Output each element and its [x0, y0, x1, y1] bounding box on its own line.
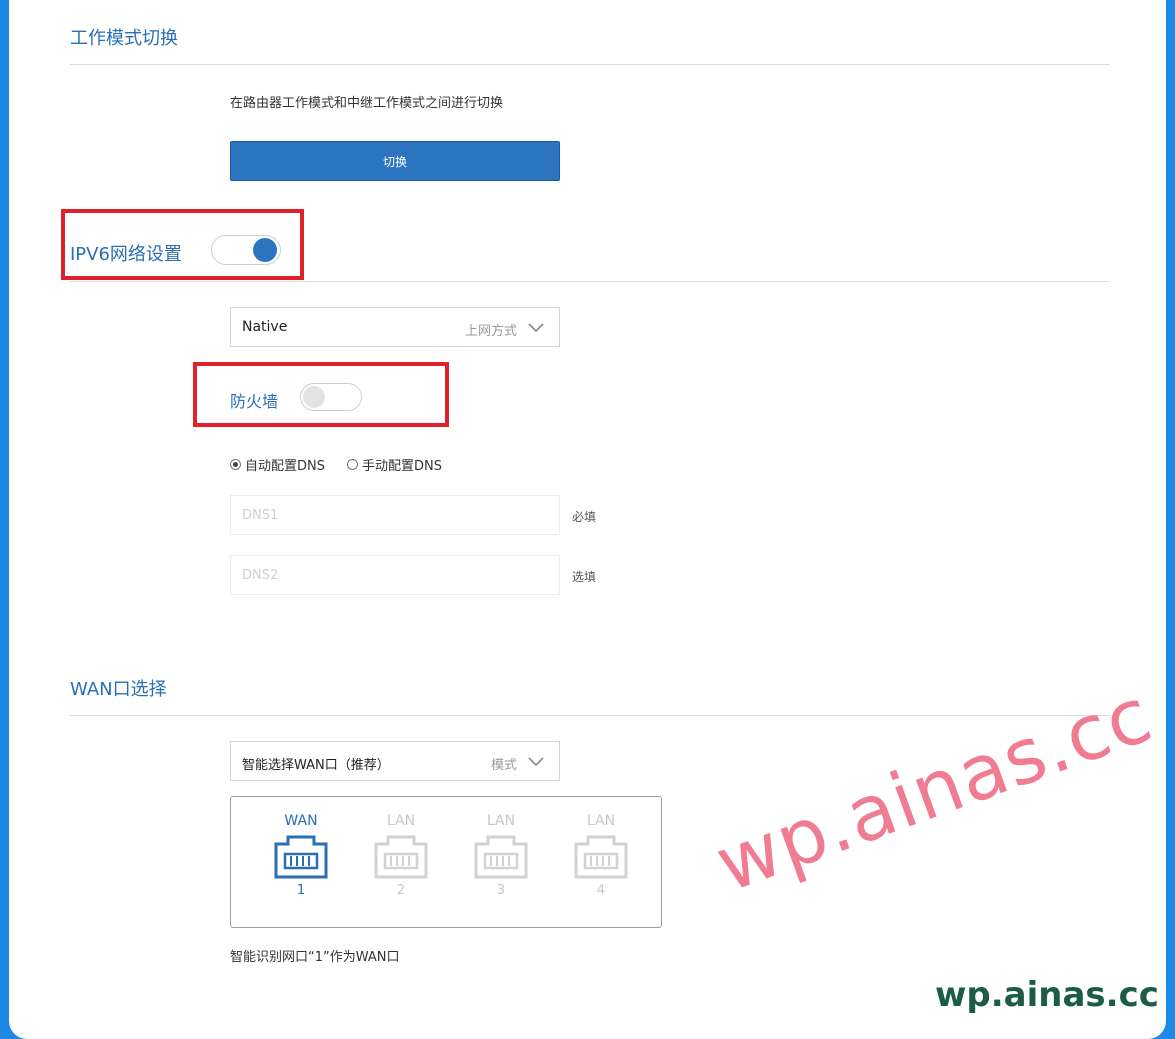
wan-mode-value: 智能选择WAN口（推荐）: [242, 758, 390, 773]
wan-mode-select[interactable]: 智能选择WAN口（推荐） 模式: [230, 741, 560, 781]
watermark-small: wp.ainas.cc: [935, 975, 1159, 1015]
ipv6-title: IPV6网络设置: [70, 244, 182, 265]
wan-title: WAN口选择: [70, 679, 167, 700]
firewall-label: 防火墙: [230, 392, 279, 411]
port-number: 3: [496, 883, 506, 898]
port-4[interactable]: LAN 4: [571, 813, 631, 898]
radio-checked-icon: [230, 459, 241, 470]
toggle-knob: [253, 238, 277, 262]
port-label: WAN: [284, 813, 318, 829]
connection-type-value: Native: [242, 319, 288, 335]
dns1-required-note: 必填: [572, 510, 597, 524]
divider: [70, 715, 1110, 716]
port-label: LAN: [586, 813, 616, 829]
chevron-down-icon: [528, 757, 544, 767]
wan-status-text: 智能识别网口“1”作为WAN口: [230, 950, 400, 965]
dns-manual-radio[interactable]: 手动配置DNS: [347, 455, 442, 474]
dns1-input[interactable]: [230, 495, 560, 535]
work-mode-title: 工作模式切换: [70, 28, 178, 49]
port-label: LAN: [386, 813, 416, 829]
radio-unchecked-icon: [347, 459, 358, 470]
port-selector: WAN 1 LAN 2 LAN 3 LAN 4: [230, 796, 662, 928]
port-number: 4: [596, 883, 606, 898]
port-number: 1: [296, 883, 306, 898]
divider: [70, 64, 1110, 65]
dns2-input[interactable]: [230, 555, 560, 595]
ethernet-port-icon: [374, 835, 428, 879]
wan-mode-label: 模式: [490, 758, 517, 773]
dns2-optional-note: 选填: [572, 570, 597, 584]
ipv6-toggle[interactable]: [211, 235, 281, 265]
ethernet-port-icon: [274, 835, 328, 879]
port-number: 2: [396, 883, 406, 898]
dns-mode-radio-group: 自动配置DNS 手动配置DNS: [230, 455, 442, 474]
ethernet-port-icon: [574, 835, 628, 879]
port-3[interactable]: LAN 3: [471, 813, 531, 898]
dns-auto-label: 自动配置DNS: [245, 459, 325, 474]
dns-manual-label: 手动配置DNS: [362, 459, 442, 474]
firewall-toggle[interactable]: [300, 383, 362, 411]
chevron-down-icon: [528, 323, 544, 333]
toggle-knob: [303, 386, 325, 408]
settings-panel: 工作模式切换 在路由器工作模式和中继工作模式之间进行切换 切换 IPV6网络设置…: [9, 0, 1166, 1039]
port-label: LAN: [486, 813, 516, 829]
work-mode-description: 在路由器工作模式和中继工作模式之间进行切换: [230, 96, 504, 111]
dns-auto-radio[interactable]: 自动配置DNS: [230, 455, 325, 474]
port-1[interactable]: WAN 1: [271, 813, 331, 898]
ethernet-port-icon: [474, 835, 528, 879]
switch-mode-button[interactable]: 切换: [230, 141, 560, 181]
divider: [70, 281, 1110, 282]
connection-type-select[interactable]: Native 上网方式: [230, 307, 560, 347]
connection-type-label: 上网方式: [464, 324, 517, 339]
port-2[interactable]: LAN 2: [371, 813, 431, 898]
